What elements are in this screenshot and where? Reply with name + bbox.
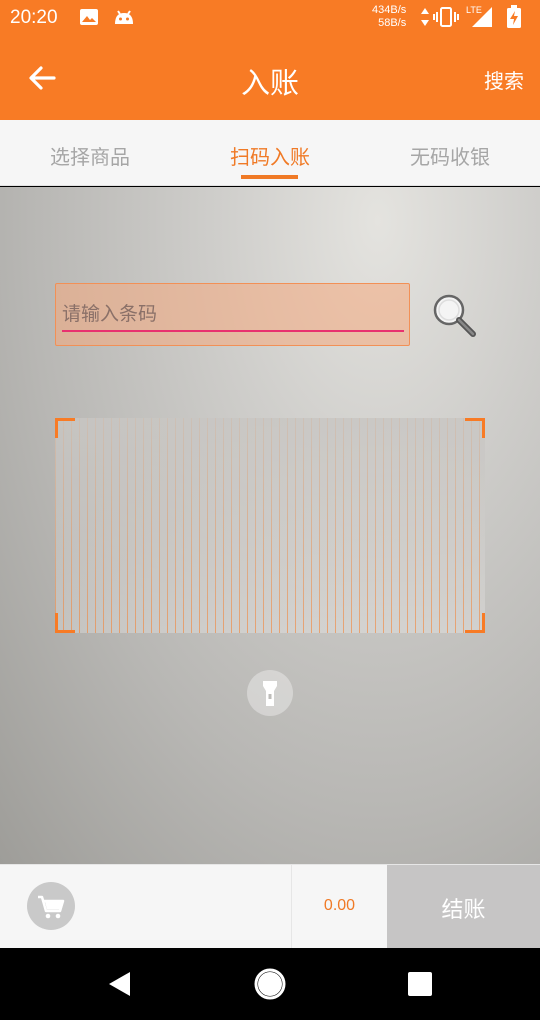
net-speed-down: 58B/s (378, 17, 407, 29)
system-nav-bar (0, 948, 540, 1020)
triangle-back-icon (109, 972, 130, 996)
status-bar: 20:20 434B/s 58B/s LTE (0, 0, 540, 36)
nav-back-button[interactable] (100, 964, 140, 1004)
scan-corner-bottom-right (465, 613, 485, 633)
nav-home-button[interactable] (250, 964, 290, 1004)
scan-frame (55, 418, 485, 633)
flashlight-button[interactable] (247, 670, 293, 716)
battery-charging-icon (506, 5, 522, 33)
status-time: 20:20 (10, 7, 58, 28)
flashlight-icon (263, 681, 277, 706)
net-speed-up: 434B/s (372, 4, 407, 16)
network-speed: 434B/s 58B/s (372, 4, 406, 30)
vibrate-icon (433, 6, 459, 32)
tab-select-products[interactable]: 选择商品 (0, 120, 180, 186)
bottom-bar: 0.00 结账 (0, 864, 540, 949)
square-recents-icon (408, 972, 432, 996)
total-amount: 0.00 (291, 865, 387, 949)
android-bot-icon (113, 8, 135, 30)
scan-corner-bottom-left (55, 613, 75, 633)
camera-preview (0, 187, 540, 864)
page-title: 入账 (240, 66, 299, 100)
image-icon (79, 8, 99, 30)
barcode-input[interactable] (62, 298, 404, 332)
scan-corner-top-left (55, 418, 75, 438)
app-bar: 入账 搜索 (0, 36, 540, 120)
tab-bar: 选择商品 扫码入账 无码收银 (0, 120, 540, 186)
circle-home-icon (254, 968, 286, 1000)
cart-icon (38, 895, 65, 919)
magnifier-icon (433, 294, 476, 337)
checkout-button[interactable]: 结账 (387, 865, 540, 949)
search-button[interactable]: 搜索 (484, 65, 524, 94)
barcode-field (55, 283, 410, 346)
tab-no-barcode-checkout[interactable]: 无码收银 (360, 120, 540, 186)
cart-button[interactable] (27, 882, 75, 930)
nav-recents-button[interactable] (400, 964, 440, 1004)
scan-corner-top-right (465, 418, 485, 438)
updown-arrows-icon (420, 7, 430, 31)
active-tab-indicator (241, 175, 298, 179)
barcode-search-button[interactable] (430, 291, 478, 339)
